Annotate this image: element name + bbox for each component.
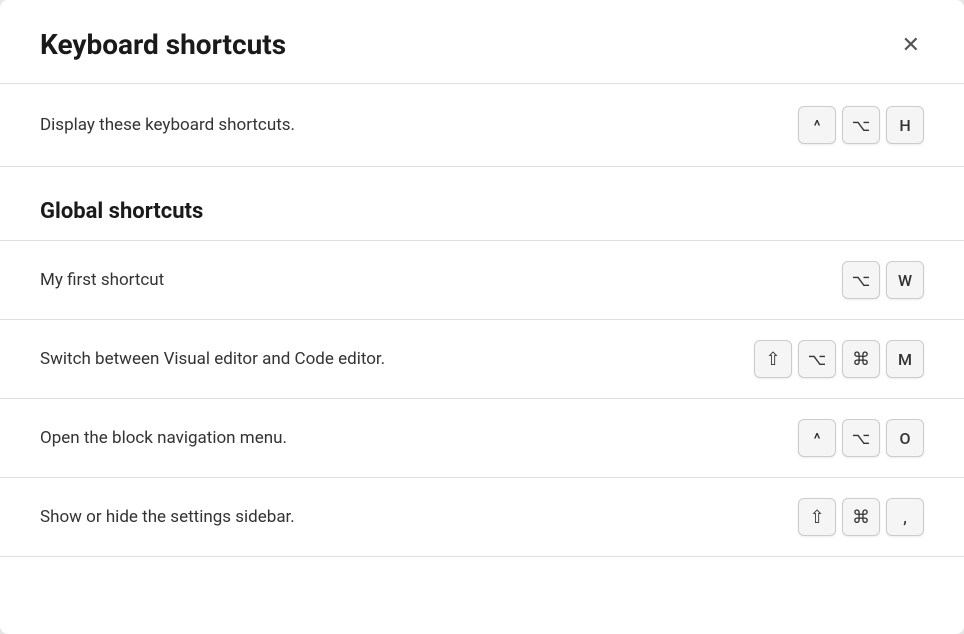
display-shortcut-keys: ^ ⌥ H	[798, 106, 924, 144]
shortcut-label-4: Show or hide the settings sidebar.	[40, 507, 295, 527]
key-o-3: O	[886, 419, 924, 457]
display-shortcut-row: Display these keyboard shortcuts. ^ ⌥ H	[0, 84, 964, 167]
global-shortcuts-section: Global shortcuts	[0, 167, 964, 240]
key-ctrl-3: ^	[798, 419, 836, 457]
key-comma-4: ,	[886, 498, 924, 536]
key-cmd-4: ⌘	[842, 498, 880, 536]
key-alt-1: ⌥	[842, 261, 880, 299]
key-cmd-2: ⌘	[842, 340, 880, 378]
shortcut-label-3: Open the block navigation menu.	[40, 428, 287, 448]
key-alt-3: ⌥	[842, 419, 880, 457]
close-button[interactable]: ✕	[898, 30, 924, 60]
key-h: H	[886, 106, 924, 144]
global-shortcuts-title: Global shortcuts	[40, 199, 924, 224]
shortcut-label-2: Switch between Visual editor and Code ed…	[40, 349, 385, 369]
shortcut-row-3: Open the block navigation menu. ^ ⌥ O	[0, 398, 964, 477]
key-ctrl: ^	[798, 106, 836, 144]
shortcut-keys-2: ⇧ ⌥ ⌘ M	[754, 340, 924, 378]
shortcut-row-1: My first shortcut ⌥ W	[0, 240, 964, 319]
key-alt-2: ⌥	[798, 340, 836, 378]
key-w-1: W	[886, 261, 924, 299]
shortcut-keys-1: ⌥ W	[842, 261, 924, 299]
modal-header: Keyboard shortcuts ✕	[0, 0, 964, 84]
shortcut-keys-4: ⇧ ⌘ ,	[798, 498, 924, 536]
shortcut-keys-3: ^ ⌥ O	[798, 419, 924, 457]
key-shift-2: ⇧	[754, 340, 792, 378]
modal-title: Keyboard shortcuts	[40, 28, 286, 61]
key-shift-4: ⇧	[798, 498, 836, 536]
shortcut-row-2: Switch between Visual editor and Code ed…	[0, 319, 964, 398]
display-shortcut-description: Display these keyboard shortcuts.	[40, 115, 295, 135]
shortcut-label-1: My first shortcut	[40, 270, 164, 290]
key-m-2: M	[886, 340, 924, 378]
key-alt: ⌥	[842, 106, 880, 144]
shortcut-row-4: Show or hide the settings sidebar. ⇧ ⌘ ,	[0, 477, 964, 557]
keyboard-shortcuts-modal: Keyboard shortcuts ✕ Display these keybo…	[0, 0, 964, 634]
